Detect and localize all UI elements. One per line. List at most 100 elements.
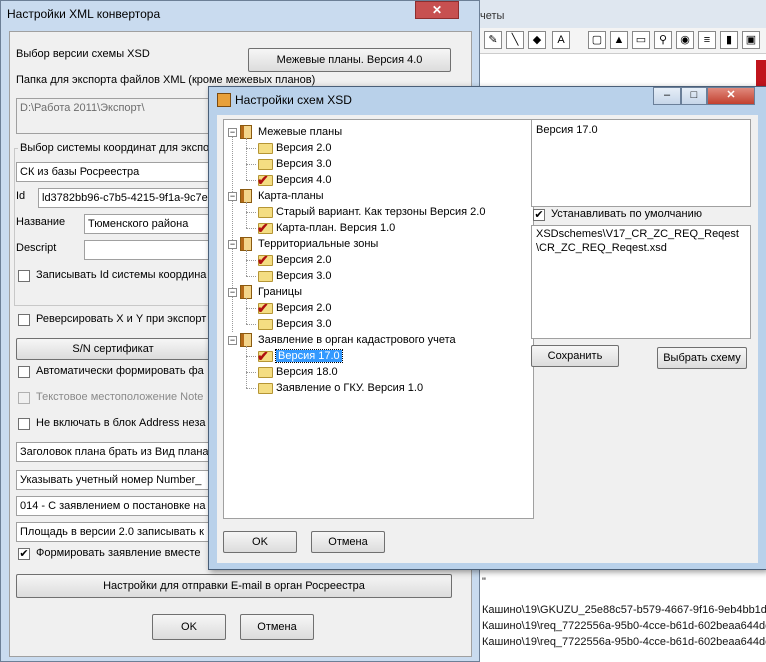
- tree-group-label[interactable]: Территориальные зоны: [258, 236, 378, 252]
- id-field[interactable]: ld3782bb96-c7b5-4215-9f1a-9c7e: [38, 188, 210, 208]
- background-title-bar: [478, 0, 766, 30]
- tree-group-label[interactable]: Заявление в орган кадастрового учета: [258, 332, 456, 348]
- tool-icon[interactable]: ⚲: [654, 31, 672, 49]
- page-icon[interactable]: ▮: [720, 31, 738, 49]
- tree-connector: [246, 260, 256, 261]
- dialog-cancel-button[interactable]: Отмена: [311, 531, 385, 553]
- version-text: Версия 17.0: [536, 124, 598, 136]
- tree-item-label[interactable]: Версия 2.0: [276, 252, 332, 268]
- tree-item-label[interactable]: Старый вариант. Как терзоны Версия 2.0: [276, 204, 485, 220]
- collapse-icon[interactable]: −: [228, 128, 237, 137]
- tree-group-label[interactable]: Карта-планы: [258, 188, 324, 204]
- frame-icon[interactable]: ▢: [588, 31, 606, 49]
- eye-icon[interactable]: ◉: [676, 31, 694, 49]
- close-icon[interactable]: ✕: [415, 1, 459, 19]
- coord-system-select[interactable]: СК из базы Росреестра: [16, 162, 210, 182]
- write-id-label: Записывать Id системы координа: [36, 269, 207, 281]
- reverse-xy-checkbox[interactable]: [18, 314, 30, 326]
- plan-header-select[interactable]: Заголовок плана брать из Вид плана: [16, 442, 210, 462]
- version-info-panel: Версия 17.0: [531, 119, 751, 207]
- xsd-settings-dialog: Настройки схем XSD – □ ✕ − Межевые планы В…: [208, 86, 766, 570]
- tree-connector: [246, 138, 247, 180]
- save-icon[interactable]: ▣: [742, 31, 760, 49]
- close-icon[interactable]: ✕: [707, 87, 755, 105]
- pin-icon[interactable]: ✎: [484, 31, 502, 49]
- export-folder-label: Папка для экспорта файлов XML (кроме меж…: [16, 74, 316, 86]
- folder-icon: [258, 207, 273, 218]
- schema-tree[interactable]: − Межевые планы Версия 2.0 Версия 3.0 ✔ Верси…: [223, 119, 534, 519]
- tree-item-label[interactable]: Версия 4.0: [276, 172, 332, 188]
- address-checkbox[interactable]: [18, 418, 30, 430]
- background-toolbar: ✎ ╲ ◆ A ▢ ▲ ▭ ⚲ ◉ ≡ ▮ ▣: [478, 28, 766, 54]
- tree-connector: [246, 228, 256, 229]
- tree-item-label[interactable]: Заявление о ГКУ. Версия 1.0: [276, 380, 423, 396]
- box-icon[interactable]: ▭: [632, 31, 650, 49]
- tree-item-label[interactable]: Версия 17.0: [275, 348, 343, 364]
- descript-label: Descript: [16, 242, 57, 254]
- line-icon[interactable]: ╲: [506, 31, 524, 49]
- collapse-icon[interactable]: −: [228, 288, 237, 297]
- xsd-version-button[interactable]: Межевые планы. Версия 4.0: [248, 48, 451, 72]
- maximize-icon[interactable]: □: [681, 87, 707, 105]
- write-id-checkbox[interactable]: [18, 270, 30, 282]
- choose-schema-button[interactable]: Выбрать схему: [657, 347, 747, 369]
- checkmark-icon: ✔: [257, 348, 269, 364]
- form-statement-checkbox[interactable]: ✔: [18, 548, 30, 560]
- tree-item-label[interactable]: Версия 3.0: [276, 316, 332, 332]
- default-checkbox[interactable]: ✔: [533, 209, 545, 221]
- app-icon: [217, 93, 231, 107]
- sn-certificate-button[interactable]: S/N сертификат: [16, 338, 210, 360]
- statement-select[interactable]: 014 - С заявлением о постановке на: [16, 496, 210, 516]
- tree-connector: [246, 356, 256, 357]
- save-button[interactable]: Сохранить: [531, 345, 619, 367]
- tree-connector: [232, 134, 233, 332]
- tree-connector: [246, 202, 247, 228]
- number-select[interactable]: Указывать учетный номер Number_: [16, 470, 210, 490]
- minimize-icon[interactable]: –: [653, 87, 681, 105]
- folder-icon: [258, 367, 273, 378]
- name-field[interactable]: Тюменского района: [84, 214, 210, 234]
- tree-item-label[interactable]: Версия 3.0: [276, 156, 332, 172]
- book-icon: [240, 285, 252, 299]
- email-settings-button[interactable]: Настройки для отправки E-mail в орган Ро…: [16, 574, 452, 598]
- layer-icon[interactable]: ≡: [698, 31, 716, 49]
- cap-icon[interactable]: ▲: [610, 31, 628, 49]
- folder-icon: [258, 143, 273, 154]
- reverse-xy-label: Реверсировать X и Y при экспорт: [36, 313, 207, 325]
- collapse-icon[interactable]: −: [228, 240, 237, 249]
- ok-button[interactable]: OK: [152, 614, 226, 640]
- book-icon: [240, 237, 252, 251]
- schema-path-line: \CR_ZC_REQ_Reqest.xsd: [536, 242, 667, 254]
- folder-icon: [258, 319, 273, 330]
- tree-item-label[interactable]: Версия 2.0: [276, 300, 332, 316]
- collapse-icon[interactable]: −: [228, 192, 237, 201]
- collapse-icon[interactable]: −: [228, 336, 237, 345]
- descript-field[interactable]: [84, 240, 210, 260]
- tree-connector: [246, 308, 256, 309]
- checkmark-icon: ✔: [257, 300, 269, 316]
- tree-group-label[interactable]: Границы: [258, 284, 302, 300]
- tree-item-label[interactable]: Версия 18.0: [276, 364, 338, 380]
- form-statement-label: Формировать заявление вместе: [36, 547, 201, 559]
- tree-item-label[interactable]: Версия 2.0: [276, 140, 332, 156]
- folder-icon: [258, 383, 273, 394]
- tree-connector: [246, 164, 256, 165]
- auto-form-checkbox[interactable]: [18, 366, 30, 378]
- dialog-client-area: − Межевые планы Версия 2.0 Версия 3.0 ✔ Верси…: [217, 115, 758, 563]
- tree-item-label[interactable]: Карта-план. Версия 1.0: [276, 220, 395, 236]
- tree-connector: [246, 250, 247, 276]
- id-label: Id: [16, 190, 26, 202]
- cancel-button[interactable]: Отмена: [240, 614, 314, 640]
- tree-connector: [246, 276, 256, 277]
- tree-item-label[interactable]: Версия 3.0: [276, 268, 332, 284]
- folder-icon: [258, 271, 273, 282]
- area-select[interactable]: Площадь в версии 2.0 записывать к: [16, 522, 210, 542]
- tree-connector: [246, 388, 256, 389]
- text-location-label: Текстовое местоположение Note: [36, 391, 204, 403]
- xsd-version-label: Выбор версии схемы XSD: [16, 48, 150, 60]
- text-icon[interactable]: A: [552, 31, 570, 49]
- background-quote: ": [482, 576, 486, 588]
- shape-icon[interactable]: ◆: [528, 31, 546, 49]
- dialog-ok-button[interactable]: OK: [223, 531, 297, 553]
- tree-group-label[interactable]: Межевые планы: [258, 124, 342, 140]
